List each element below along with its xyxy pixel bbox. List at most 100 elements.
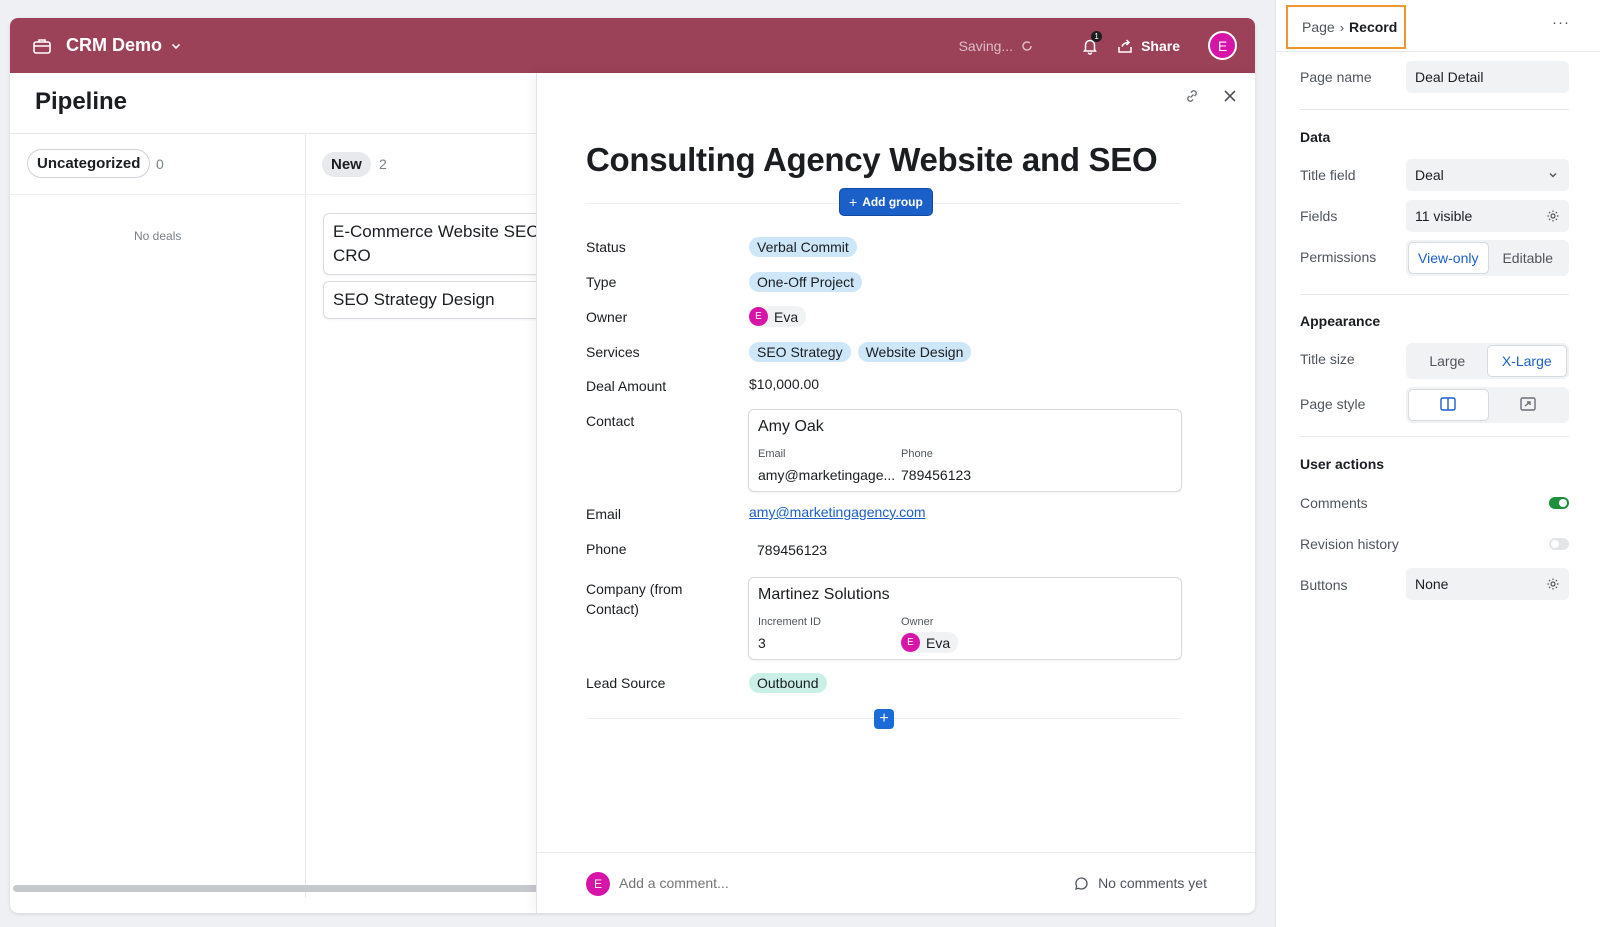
contact-card[interactable]: Amy Oak Email amy@marketingage... Phone … — [748, 409, 1182, 492]
lead-source-chip: Outbound — [749, 673, 827, 693]
title-size-large[interactable]: Large — [1408, 345, 1487, 377]
fields-label: Fields — [1300, 208, 1338, 224]
field-label-type: Type — [586, 274, 617, 290]
deal-card[interactable]: SEO Strategy Design — [323, 281, 553, 319]
email-link[interactable]: amy@marketingagency.com — [749, 504, 926, 520]
add-field-button[interactable]: + — [874, 709, 894, 729]
contact-phone-label: Phone — [901, 448, 933, 460]
close-icon[interactable] — [1222, 88, 1238, 104]
buttons-value: None — [1415, 576, 1449, 592]
page-title: Pipeline — [35, 88, 128, 115]
divider — [1276, 51, 1600, 52]
saving-text: Saving... — [958, 37, 1014, 54]
comment-input[interactable] — [619, 875, 919, 891]
company-card[interactable]: Martinez Solutions Increment ID 3 Owner … — [748, 577, 1182, 660]
title-field-label: Title field — [1300, 167, 1356, 183]
section-appearance: Appearance — [1300, 313, 1381, 329]
divider — [1300, 109, 1569, 110]
add-group-button[interactable]: + Add group — [839, 188, 933, 216]
group-count: 2 — [379, 156, 387, 172]
buttons-setting[interactable]: None — [1406, 568, 1569, 600]
notifications-button[interactable]: 1 — [1081, 30, 1103, 55]
breadcrumb-parent[interactable]: Page — [1302, 19, 1335, 35]
title-field-select[interactable]: Deal — [1406, 159, 1569, 191]
field-label-lead-source: Lead Source — [586, 675, 666, 691]
title-size-x-large[interactable]: X-Large — [1486, 345, 1567, 377]
record-title[interactable]: Consulting Agency Website and SEO — [586, 141, 1158, 179]
field-status[interactable]: Verbal Commit — [749, 237, 864, 257]
permission-editable[interactable]: Editable — [1489, 242, 1568, 274]
field-type[interactable]: One-Off Project — [749, 272, 869, 292]
company-owner-label: Owner — [901, 616, 934, 628]
field-deal-amount[interactable]: $10,000.00 — [749, 376, 819, 392]
horizontal-scrollbar[interactable] — [13, 885, 543, 892]
field-label-status: Status — [586, 239, 626, 255]
comment-bar: E No comments yet — [537, 852, 1255, 913]
divider — [1300, 436, 1569, 437]
record-panel: Consulting Agency Website and SEO + Add … — [536, 73, 1255, 913]
page-style-split[interactable] — [1408, 389, 1489, 421]
contact-email-value: amy@marketingage... — [758, 467, 896, 483]
owner-chip: E Eva — [749, 306, 807, 327]
section-data: Data — [1300, 129, 1331, 145]
owner-name: Eva — [926, 634, 951, 651]
page-name-input[interactable]: Deal Detail — [1406, 61, 1569, 93]
split-panel-icon — [1440, 396, 1456, 414]
saving-status: Saving... — [959, 38, 1033, 54]
field-label-company: Company (from Contact) — [586, 581, 683, 617]
field-label-owner: Owner — [586, 309, 628, 325]
divider — [10, 133, 540, 134]
deal-card[interactable]: E-Commerce Website SEO CRO — [323, 213, 553, 275]
plus-icon: + — [879, 710, 889, 727]
type-chip: One-Off Project — [749, 272, 863, 292]
expand-panel-icon — [1520, 396, 1536, 414]
gear-icon — [1546, 577, 1560, 591]
chevron-down-icon — [1546, 168, 1560, 182]
owner-avatar: E — [901, 633, 920, 652]
plus-icon: + — [849, 194, 858, 210]
divider — [10, 194, 540, 195]
app-window: CRM Demo Saving... 1 Share E Pipeline Un… — [10, 18, 1255, 913]
revision-history-toggle[interactable] — [1549, 538, 1569, 550]
user-avatar[interactable]: E — [1208, 31, 1237, 60]
field-phone[interactable]: 789456123 — [757, 542, 827, 558]
fields-value: 11 visible — [1415, 208, 1473, 224]
briefcase-icon — [32, 36, 52, 56]
group-new[interactable]: New — [322, 152, 371, 177]
field-lead-source[interactable]: Outbound — [749, 673, 834, 693]
more-options-icon[interactable]: ··· — [1552, 14, 1570, 31]
field-services[interactable]: SEO Strategy Website Design — [749, 342, 978, 362]
company-owner-value: E Eva — [901, 632, 959, 653]
share-button[interactable]: Share — [1117, 38, 1180, 54]
field-label-phone: Phone — [586, 541, 627, 557]
service-chip: Website Design — [857, 342, 972, 362]
contact-phone-value: 789456123 — [901, 467, 972, 483]
group-uncategorized[interactable]: Uncategorized — [27, 149, 151, 178]
section-user-actions: User actions — [1300, 456, 1385, 472]
commenter-avatar: E — [586, 872, 610, 896]
increment-id-value: 3 — [758, 635, 766, 651]
fields-setting[interactable]: 11 visible — [1406, 200, 1569, 232]
comments-label: Comments — [1300, 495, 1368, 511]
empty-state-text: No deals — [134, 229, 182, 243]
field-label-services: Services — [586, 344, 640, 360]
page-name-label: Page name — [1300, 69, 1372, 85]
link-icon[interactable] — [1184, 88, 1200, 104]
contact-email-label: Email — [758, 448, 786, 460]
top-bar: CRM Demo Saving... 1 Share E — [10, 18, 1255, 73]
breadcrumb: Page › Record — [1286, 5, 1406, 49]
permission-view-only[interactable]: View-only — [1408, 242, 1489, 274]
app-switcher[interactable]: CRM Demo — [32, 35, 182, 56]
title-size-label: Title size — [1300, 351, 1355, 367]
no-comments-text: No comments yet — [1098, 875, 1207, 891]
page-style-toggle — [1406, 387, 1569, 423]
field-email[interactable]: amy@marketingagency.com — [749, 504, 926, 520]
page-style-fullscreen[interactable] — [1489, 389, 1568, 421]
comments-toggle[interactable] — [1549, 497, 1569, 509]
chevron-down-icon — [170, 40, 182, 52]
toggle-knob — [1559, 499, 1567, 507]
field-label-deal-amount: Deal Amount — [586, 378, 667, 394]
field-owner[interactable]: E Eva — [749, 306, 807, 327]
owner-name: Eva — [774, 308, 799, 325]
permissions-label: Permissions — [1300, 249, 1377, 265]
